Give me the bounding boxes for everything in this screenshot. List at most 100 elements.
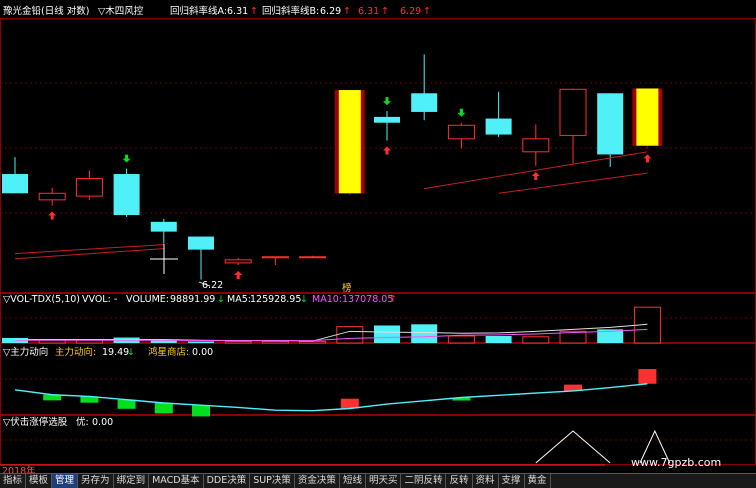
vvol-label: VVOL: - <box>82 294 117 305</box>
tab-12[interactable]: 反转 <box>446 474 473 488</box>
volume-bar-5 <box>188 341 214 343</box>
volume-bar-10 <box>374 325 400 343</box>
ma5-label: MA5: <box>227 294 251 305</box>
line-a-value: 6.31 <box>227 6 248 17</box>
star-shop-label: 鸿星商店: <box>148 346 189 358</box>
volume-bar-7 <box>261 340 289 344</box>
volume-bar-9 <box>336 326 364 344</box>
line-b-arrow-icon: ↑ <box>343 6 351 17</box>
indicator-name[interactable]: ▽木四风控 <box>98 5 144 17</box>
volume-bar-11 <box>411 324 438 343</box>
candle-body-16 <box>597 93 624 155</box>
tab-8[interactable]: 资金决策 <box>295 474 340 488</box>
main-force-bar-3 <box>117 399 136 409</box>
tab-9[interactable]: 短线 <box>340 474 366 488</box>
line-b-label: 回归斜率线B: <box>262 5 319 17</box>
signal-arrow-1 <box>122 154 131 163</box>
extra-arrow-1-icon: ↑ <box>381 6 389 17</box>
tab-7[interactable]: SUP决策 <box>250 474 295 488</box>
site-watermark: www.7gpzb.com <box>631 456 722 469</box>
trend-line-1 <box>14 248 164 260</box>
tab-15[interactable]: 黄金 <box>525 474 551 488</box>
line-a-arrow-icon: ↑ <box>250 6 258 17</box>
ma10-line <box>15 328 648 342</box>
limit-label: 优: <box>76 416 89 428</box>
extra-value-1: 6.31 <box>358 6 379 17</box>
signal-arrow-5 <box>457 108 466 117</box>
candle-body-1 <box>38 192 66 201</box>
signal-arrow-3 <box>383 97 391 106</box>
extra-arrow-2-icon: ↑ <box>423 6 431 17</box>
signal-arrow-4 <box>383 146 391 155</box>
volume-label: VOLUME: <box>126 294 169 305</box>
vol-panel-name[interactable]: ▽VOL-TDX(5,10) <box>3 294 80 305</box>
trend-line-3 <box>498 172 648 194</box>
stock-title: 豫光金铅(日线 对数) <box>3 5 89 17</box>
volume-value: 98891.99 <box>170 294 215 305</box>
candle-body-15 <box>559 88 587 136</box>
tab-14[interactable]: 支撑 <box>499 474 525 488</box>
tab-11[interactable]: 二阴反转 <box>401 474 447 488</box>
ma10-value: 137078.05 <box>342 294 393 305</box>
candle-body-17 <box>636 88 659 146</box>
ma5-value: 125928.95 <box>250 294 301 305</box>
limit-panel-name[interactable]: ▽伏击涨停选股 <box>3 416 68 428</box>
tab-0[interactable]: 指标 <box>0 474 27 488</box>
low-price-label: 6.22 <box>202 280 223 291</box>
line-a-label: 回归斜率线A: <box>170 5 227 17</box>
line-b-value: 6.29 <box>320 6 341 17</box>
limit-value: 0.00 <box>92 417 113 428</box>
candle-body-6 <box>224 259 252 264</box>
tab-3[interactable]: 另存为 <box>78 474 114 488</box>
limit-signals <box>0 429 671 466</box>
tab-13[interactable]: 资料 <box>473 474 499 488</box>
volume-bars <box>2 306 661 344</box>
main-force-bar-4 <box>154 403 173 414</box>
main-force-bar-17 <box>638 369 657 384</box>
candle-body-8 <box>299 256 327 259</box>
candle-body-10 <box>374 116 400 123</box>
limit-signal-0 <box>535 430 611 464</box>
volume-bar-14 <box>522 336 550 344</box>
candle-body-4 <box>150 221 177 232</box>
panel-frame-0 <box>0 18 756 293</box>
trend-lines <box>14 151 648 260</box>
ma10-label: MA10: <box>312 294 342 305</box>
signal-arrow-6 <box>531 171 540 180</box>
star-shop-value: 0.00 <box>192 347 213 358</box>
top-mark-label: 榜 <box>342 282 352 294</box>
tab-2[interactable]: 管理 <box>52 474 79 488</box>
panel-grid <box>0 18 756 465</box>
volume-bar-6 <box>224 340 252 344</box>
candle-body-12 <box>447 124 475 140</box>
volume-bar-13 <box>485 335 512 343</box>
main-force-down-icon: ↓ <box>127 347 135 358</box>
main-force-panel-name[interactable]: ▽主力动向 <box>3 346 48 358</box>
candle-body-9 <box>338 90 361 194</box>
main-force-line <box>14 383 648 412</box>
main-force-value: 19.49 <box>102 347 129 358</box>
candle-body-7 <box>261 256 289 259</box>
ma10-up-icon: ↑ <box>389 294 397 305</box>
tab-4[interactable]: 绑定到 <box>114 474 150 488</box>
volume-bar-8 <box>299 340 327 344</box>
candle-body-11 <box>411 93 438 112</box>
candle-body-5 <box>188 236 214 250</box>
candlestick-series <box>2 54 663 280</box>
volume-ma-lines <box>15 323 648 342</box>
signal-arrow-7 <box>643 154 652 163</box>
tab-5[interactable]: MACD基本 <box>149 474 204 488</box>
volume-bar-12 <box>447 335 475 344</box>
signal-arrow-2 <box>234 270 243 279</box>
main-force-label: 主力动向: <box>55 346 96 358</box>
indicator-tab-bar: 指标 模板 管理 另存为 绑定到 MACD基本 DDE决策 SUP决策 资金决策 短线 明天买 二阴反… <box>0 473 756 488</box>
tab-6[interactable]: DDE决策 <box>204 474 251 488</box>
candle-body-2 <box>75 178 103 197</box>
tab-1[interactable]: 模板 <box>26 474 53 488</box>
ma5-line <box>15 323 648 342</box>
candle-body-3 <box>113 174 140 216</box>
tab-10[interactable]: 明天买 <box>366 474 402 488</box>
extra-value-2: 6.29 <box>400 6 421 17</box>
main-force-bar-5 <box>192 405 210 417</box>
candle-body-13 <box>485 118 512 135</box>
